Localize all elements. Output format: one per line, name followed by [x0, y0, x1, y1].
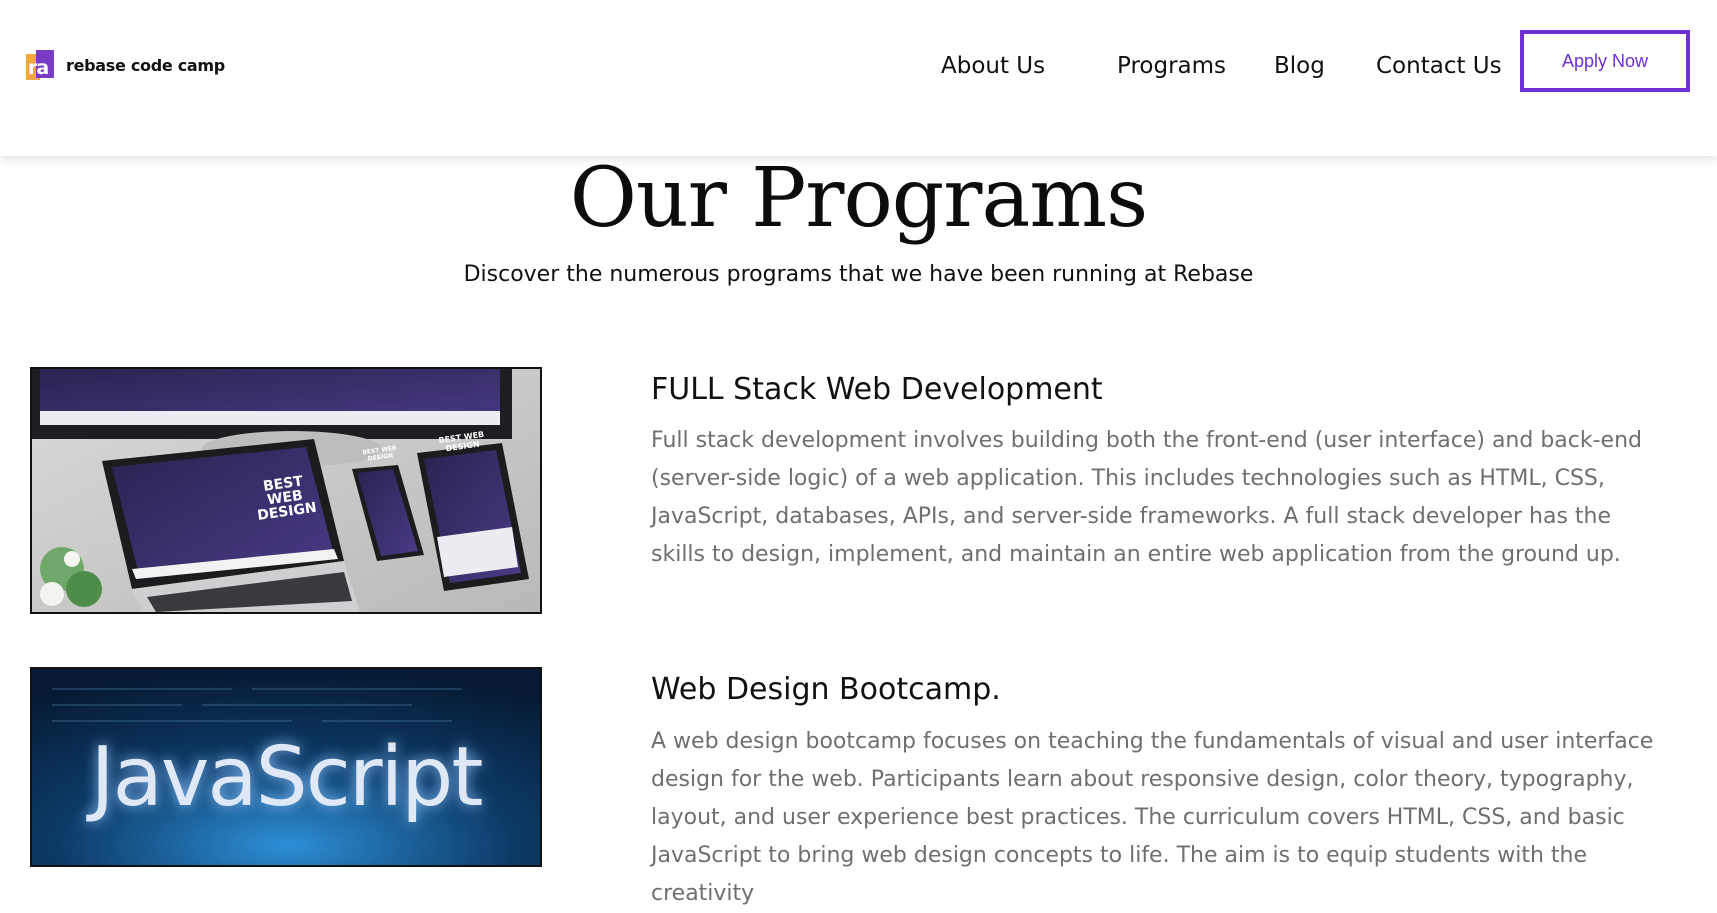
program-title-full-stack: FULL Stack Web Development — [651, 372, 1103, 407]
laptop-screen-text: BEST WEB DESIGN — [256, 473, 318, 524]
main-nav: About Us Programs Blog Contact Us — [0, 48, 1717, 84]
nav-about-us-link[interactable]: About Us — [941, 48, 1045, 84]
navbar: ra rebase code camp About Us Programs Bl… — [0, 0, 1717, 156]
javascript-image-text: JavaScript — [90, 730, 483, 825]
page-title: Our Programs — [569, 151, 1148, 246]
nav-contact-us-link[interactable]: Contact Us — [1376, 48, 1502, 84]
program-image-web-design: JavaScript — [30, 667, 542, 867]
program-description-full-stack: Full stack development involves building… — [651, 428, 1642, 567]
nav-blog-link[interactable]: Blog — [1274, 48, 1325, 84]
program-image-full-stack: BEST WEB DESIGN BEST WEB DESIGN BEST WEB… — [30, 367, 542, 614]
nav-programs-link[interactable]: Programs — [1117, 48, 1226, 84]
program-description-web-design: A web design bootcamp focuses on teachin… — [651, 729, 1654, 906]
apply-now-button[interactable]: Apply Now — [1520, 30, 1690, 92]
program-title-web-design: Web Design Bootcamp. — [651, 672, 1001, 707]
page-subtitle: Discover the numerous programs that we h… — [463, 262, 1254, 287]
